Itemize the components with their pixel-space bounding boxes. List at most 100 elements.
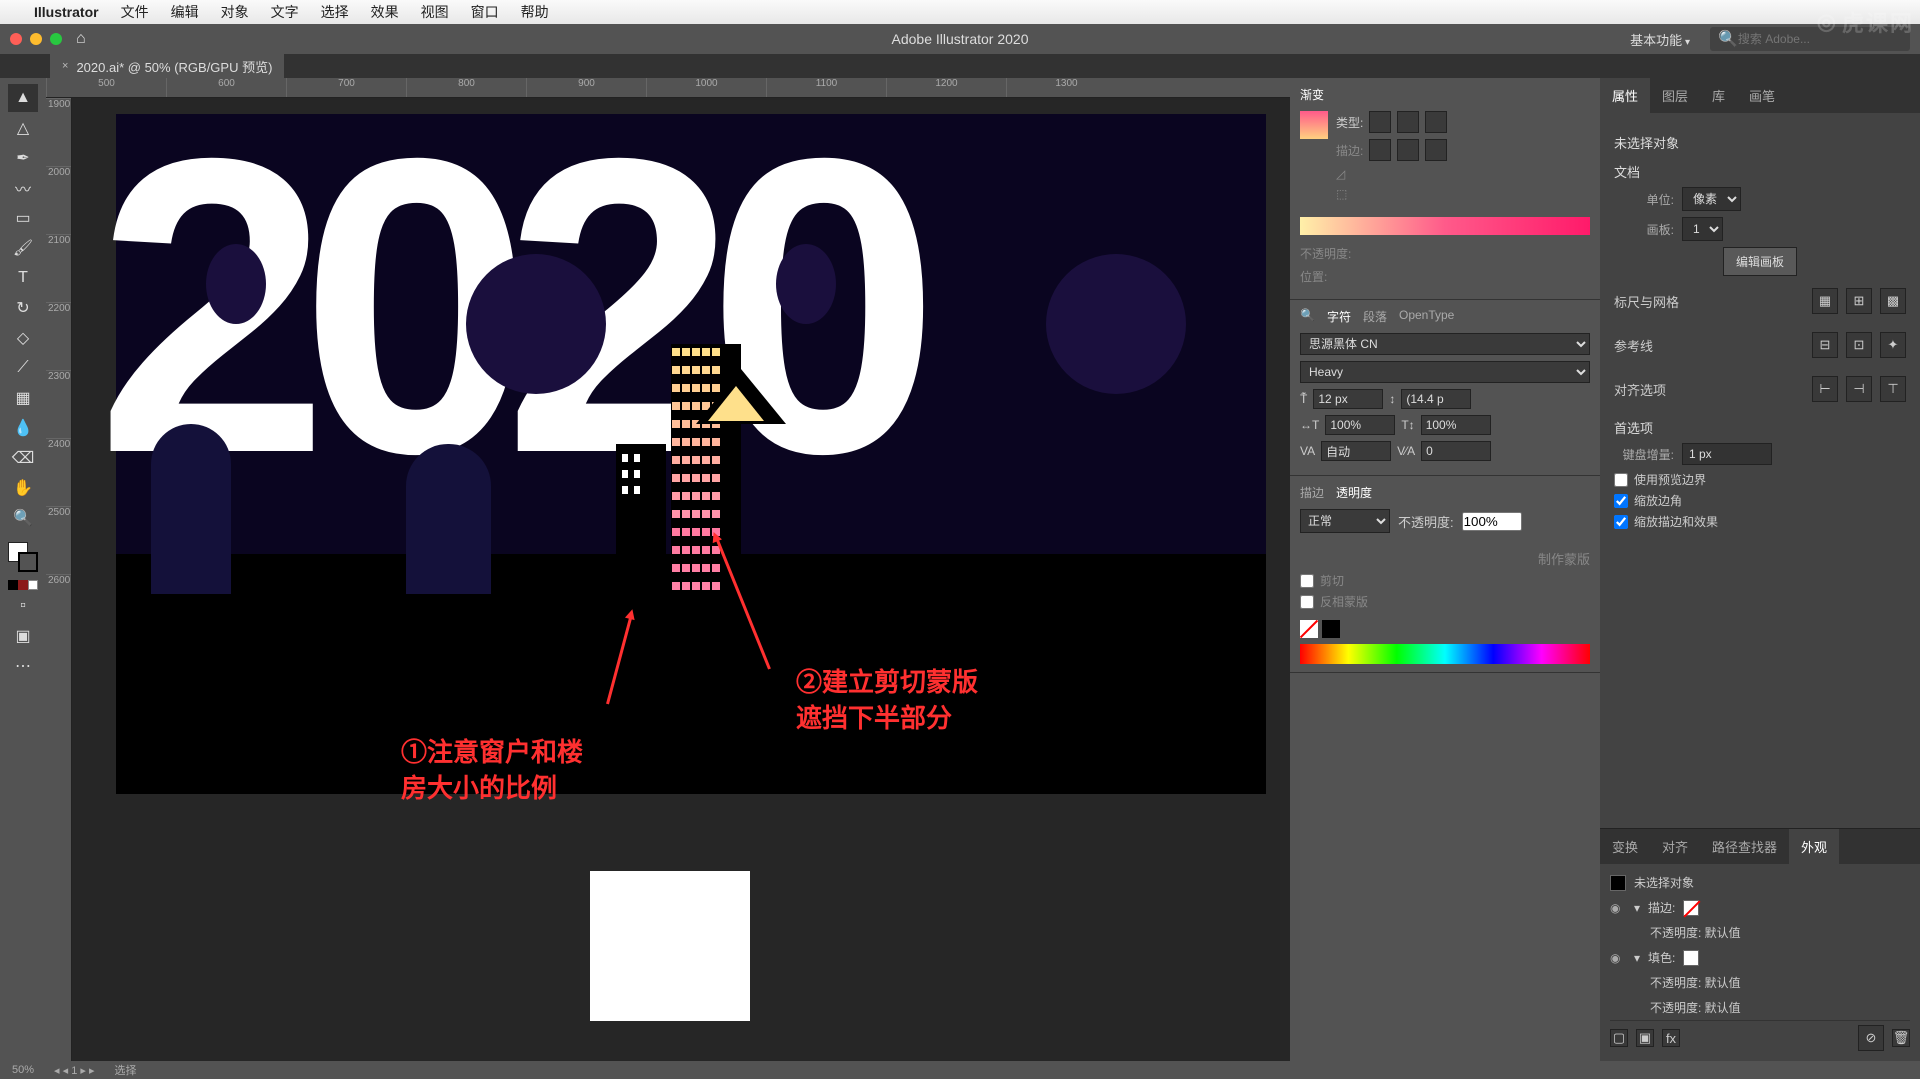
chevron-down-icon[interactable]: ▾ [1634, 951, 1640, 965]
canvas[interactable]: 5006007008009001000110012001300 19002000… [46, 78, 1290, 1061]
selection-tool[interactable]: ▲ [8, 84, 38, 112]
black-swatch-icon[interactable] [1322, 620, 1340, 638]
artboard[interactable]: 2020 ①注意窗户和楼房大小的比例 [116, 114, 1266, 794]
mac-menu-bar[interactable]: Illustrator 文件 编辑 对象 文字 选择 效果 视图 窗口 帮助 [0, 0, 1920, 24]
paintbrush-tool[interactable]: 🖌 [8, 234, 38, 262]
grid-icon[interactable]: ⊞ [1846, 288, 1872, 314]
rectangle-tool[interactable]: ▭ [8, 204, 38, 232]
app-name[interactable]: Illustrator [34, 4, 99, 20]
zoom-tool[interactable]: 🔍 [8, 504, 38, 532]
visibility-icon[interactable]: ◉ [1610, 901, 1626, 915]
type-tool[interactable]: T [8, 264, 38, 292]
new-stroke-icon[interactable]: ▢ [1610, 1029, 1628, 1047]
stroke-grad-3-icon[interactable] [1425, 139, 1447, 161]
stroke-grad-2-icon[interactable] [1397, 139, 1419, 161]
snap-point-icon[interactable]: ⊣ [1846, 376, 1872, 402]
hscale-input[interactable] [1325, 415, 1395, 435]
artboard-nav[interactable]: ◂ ◂ 1 ▸ ▸ [54, 1064, 94, 1077]
clip-checkbox[interactable] [1300, 574, 1314, 588]
clear-icon[interactable]: ⊘ [1858, 1025, 1884, 1051]
menu-edit[interactable]: 编辑 [171, 2, 199, 22]
fx-icon[interactable]: fx [1662, 1029, 1680, 1047]
blend-mode-select[interactable]: 正常 [1300, 509, 1390, 533]
scale-corners-checkbox[interactable] [1614, 494, 1628, 508]
transparency-grid-icon[interactable]: ▩ [1880, 288, 1906, 314]
color-mode-row[interactable] [8, 580, 38, 590]
maximize-icon[interactable] [50, 33, 62, 45]
font-weight-select[interactable]: Heavy [1300, 361, 1590, 383]
tab-align[interactable]: 对齐 [1650, 829, 1700, 864]
pen-tool[interactable]: ✒ [8, 144, 38, 172]
visibility-icon[interactable]: ◉ [1610, 951, 1626, 965]
hue-strip[interactable] [1300, 644, 1590, 664]
tab-brushes[interactable]: 画笔 [1737, 78, 1787, 113]
artboard-select[interactable]: 1 [1682, 217, 1723, 241]
scale-strokes-checkbox[interactable] [1614, 515, 1628, 529]
eraser-tool[interactable]: ⌫ [8, 444, 38, 472]
home-icon[interactable]: ⌂ [76, 30, 86, 48]
gradient-slider[interactable] [1300, 217, 1590, 235]
guides-visibility-icon[interactable]: ⊟ [1812, 332, 1838, 358]
stroke-swatch-icon[interactable] [1683, 900, 1699, 916]
close-icon[interactable] [10, 33, 22, 45]
window-controls[interactable] [10, 33, 62, 45]
invert-mask-checkbox[interactable] [1300, 595, 1314, 609]
tab-character[interactable]: 字符 [1327, 308, 1351, 325]
gradient-tool[interactable]: ▦ [8, 384, 38, 412]
key-increment-input[interactable] [1682, 443, 1772, 465]
tracking-input[interactable] [1421, 441, 1491, 461]
chevron-down-icon[interactable]: ▾ [1634, 901, 1640, 915]
opacity-input[interactable] [1462, 512, 1522, 531]
tab-libraries[interactable]: 库 [1700, 78, 1737, 113]
draw-mode-icon[interactable]: ▣ [8, 622, 38, 650]
tab-opacity[interactable]: 透明度 [1336, 484, 1372, 501]
none-swatch-icon[interactable] [1300, 620, 1318, 638]
menu-view[interactable]: 视图 [421, 2, 449, 22]
stroke-grad-1-icon[interactable] [1369, 139, 1391, 161]
document-tab[interactable]: × 2020.ai* @ 50% (RGB/GPU 预览) [50, 54, 284, 79]
curvature-tool[interactable]: 〰 [8, 174, 38, 202]
edit-artboard-button[interactable]: 编辑画板 [1723, 247, 1797, 276]
leading-input[interactable] [1401, 389, 1471, 409]
tab-pathfinder[interactable]: 路径查找器 [1700, 829, 1789, 864]
menu-effect[interactable]: 效果 [371, 2, 399, 22]
fill-stroke-icon[interactable] [8, 542, 38, 572]
make-mask-button[interactable]: 制作蒙版 [1538, 552, 1590, 567]
tab-appearance[interactable]: 外观 [1789, 829, 1839, 864]
tab-stroke[interactable]: 描边 [1300, 484, 1324, 501]
edit-toolbar-icon[interactable]: ⋯ [8, 652, 38, 680]
preview-bounds-checkbox[interactable] [1614, 473, 1628, 487]
snap-pixel-icon[interactable]: ⊢ [1812, 376, 1838, 402]
close-tab-icon[interactable]: × [62, 60, 68, 72]
tab-layers[interactable]: 图层 [1650, 78, 1700, 113]
new-fill-icon[interactable]: ▣ [1636, 1029, 1654, 1047]
linear-gradient-icon[interactable] [1369, 111, 1391, 133]
char-search-icon[interactable]: 🔍 [1300, 308, 1315, 325]
gradient-preview-icon[interactable] [1300, 111, 1328, 139]
menu-type[interactable]: 文字 [271, 2, 299, 22]
direct-selection-tool[interactable]: △ [8, 114, 38, 142]
snap-grid-icon[interactable]: ⊤ [1880, 376, 1906, 402]
zoom-level[interactable]: 50% [12, 1064, 34, 1076]
trash-icon[interactable]: 🗑 [1892, 1029, 1910, 1047]
menu-select[interactable]: 选择 [321, 2, 349, 22]
radial-gradient-icon[interactable] [1397, 111, 1419, 133]
kerning-input[interactable] [1321, 441, 1391, 461]
menu-object[interactable]: 对象 [221, 2, 249, 22]
hand-tool[interactable]: ✋ [8, 474, 38, 502]
font-size-input[interactable] [1313, 389, 1383, 409]
tab-opentype[interactable]: OpenType [1399, 308, 1454, 325]
workspace-switcher[interactable]: 基本功能 [1630, 30, 1690, 49]
smart-guides-icon[interactable]: ✦ [1880, 332, 1906, 358]
vscale-input[interactable] [1421, 415, 1491, 435]
tab-properties[interactable]: 属性 [1600, 78, 1650, 113]
freeform-gradient-icon[interactable] [1425, 111, 1447, 133]
guides-lock-icon[interactable]: ⊡ [1846, 332, 1872, 358]
width-tool[interactable]: ⟋ [8, 354, 38, 382]
gradient-tab[interactable]: 渐变 [1300, 86, 1324, 103]
menu-help[interactable]: 帮助 [521, 2, 549, 22]
minimize-icon[interactable] [30, 33, 42, 45]
tab-transform[interactable]: 变换 [1600, 829, 1650, 864]
screen-mode-icon[interactable]: ▫ [8, 592, 38, 620]
ruler-icon[interactable]: ▦ [1812, 288, 1838, 314]
